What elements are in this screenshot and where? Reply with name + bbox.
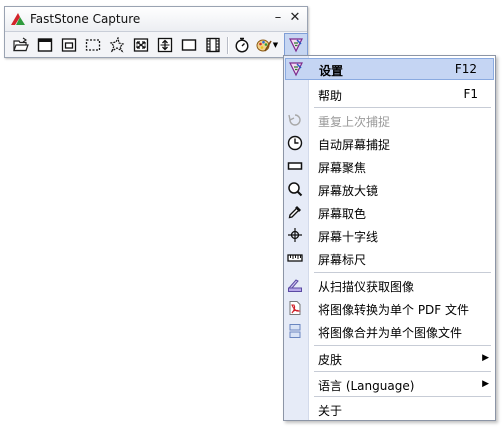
- menu-item-repeat-last-capture[interactable]: 重复上次捕捉: [284, 109, 495, 131]
- menu-item-combine-images[interactable]: 将图像合并为单个图像文件: [284, 320, 495, 342]
- capture-active-window-icon: [37, 38, 53, 52]
- focus-bar-icon: [287, 158, 303, 174]
- output-destination-button[interactable]: ▼: [254, 35, 280, 55]
- menu-item-label: 屏幕取色: [318, 207, 367, 221]
- clock-icon: [287, 135, 303, 151]
- menu-item-language[interactable]: 语言 (Language) ▶: [284, 373, 495, 395]
- menu-item-label: 将图像合并为单个图像文件: [318, 326, 463, 340]
- menu-separator: [314, 371, 491, 372]
- menu-separator: [314, 107, 491, 108]
- menu-separator: [314, 345, 491, 346]
- capture-full-screen-icon: [133, 38, 149, 52]
- menu-item-auto-capture[interactable]: 自动屏幕捕捉: [284, 132, 495, 154]
- settings-menu-icon: [289, 38, 303, 53]
- capture-rectangular-region-icon: [85, 39, 101, 51]
- open-file-button[interactable]: [11, 35, 31, 55]
- screen-recorder-icon: [206, 37, 220, 53]
- menu-item-label: 屏幕标尺: [318, 253, 367, 267]
- menu-item-screen-ruler[interactable]: 屏幕标尺: [284, 247, 495, 269]
- capture-active-window-button[interactable]: [35, 35, 55, 55]
- settings-context-menu: 设置 F12 帮助 F1 重复上次捕捉 自动屏幕捕捉 屏幕聚焦 屏幕放大镜 屏幕…: [283, 55, 496, 421]
- menu-item-acquire-from-scanner[interactable]: 从扫描仪获取图像: [284, 274, 495, 296]
- menu-item-label: 重复上次捕捉: [318, 115, 391, 129]
- menu-item-label: 从扫描仪获取图像: [318, 280, 415, 294]
- submenu-arrow-icon: ▶: [482, 379, 489, 389]
- open-file-icon: [13, 37, 29, 52]
- menu-item-label: 将图像转换为单个 PDF 文件: [318, 303, 470, 317]
- capture-full-screen-button[interactable]: [131, 35, 151, 55]
- menu-item-skin[interactable]: 皮肤 ▶: [284, 347, 495, 369]
- menu-item-label: 语言 (Language): [318, 379, 415, 393]
- combine-images-icon: [287, 323, 303, 339]
- capture-fixed-region-icon: [181, 39, 197, 51]
- chevron-down-icon: ▼: [272, 41, 279, 49]
- menu-item-label: 皮肤: [318, 353, 343, 367]
- menu-separator: [314, 272, 491, 273]
- menu-item-label: 屏幕放大镜: [318, 184, 379, 198]
- faststone-logo-icon: [11, 13, 25, 25]
- settings-menu-button[interactable]: [284, 33, 308, 57]
- screen-recorder-button[interactable]: [203, 35, 223, 55]
- color-picker-icon: [287, 204, 303, 220]
- menu-item-label: 自动屏幕捕捉: [318, 138, 391, 152]
- repeat-capture-icon: [287, 112, 303, 128]
- menu-item-label: 设置: [319, 64, 344, 78]
- menu-item-label: 帮助: [318, 89, 343, 103]
- menu-item-color-picker[interactable]: 屏幕取色: [284, 201, 495, 223]
- capture-rectangular-region-button[interactable]: [83, 35, 103, 55]
- menu-item-help[interactable]: 帮助 F1: [284, 83, 495, 105]
- ruler-icon: [287, 250, 303, 266]
- pdf-icon: [287, 300, 303, 316]
- menu-item-settings[interactable]: 设置 F12: [285, 58, 494, 80]
- delay-timer-icon: [235, 37, 249, 53]
- toolbar-window: FastStone Capture – ✕ ▼: [4, 6, 308, 58]
- output-destination-icon: [256, 39, 272, 52]
- capture-window-object-icon: [61, 38, 77, 52]
- toolbar-separator: [227, 37, 229, 54]
- capture-fixed-region-button[interactable]: [179, 35, 199, 55]
- menu-item-screen-magnifier[interactable]: 屏幕放大镜: [284, 178, 495, 200]
- magnifier-icon: [287, 181, 303, 197]
- menu-item-screen-crosshair[interactable]: 屏幕十字线: [284, 224, 495, 246]
- menu-item-label: 屏幕聚焦: [318, 161, 367, 175]
- crosshair-icon: [287, 227, 303, 243]
- delay-timer-button[interactable]: [232, 35, 252, 55]
- capture-scrolling-window-icon: [157, 37, 173, 53]
- menu-item-label: 屏幕十字线: [318, 230, 379, 244]
- capture-freehand-region-icon: [109, 37, 125, 53]
- menu-item-about[interactable]: 关于: [284, 398, 495, 420]
- capture-window-object-button[interactable]: [59, 35, 79, 55]
- settings-icon: [288, 61, 304, 77]
- menu-item-convert-to-pdf[interactable]: 将图像转换为单个 PDF 文件: [284, 297, 495, 319]
- menu-separator: [314, 396, 491, 397]
- close-button[interactable]: ✕: [288, 10, 302, 26]
- menu-item-label: 关于: [318, 404, 343, 418]
- title-bar[interactable]: FastStone Capture – ✕: [5, 7, 307, 32]
- minimize-button[interactable]: –: [271, 10, 285, 26]
- capture-scrolling-window-button[interactable]: [155, 35, 175, 55]
- window-title: FastStone Capture: [30, 12, 141, 26]
- capture-freehand-region-button[interactable]: [107, 35, 127, 55]
- menu-item-shortcut: F1: [463, 87, 478, 101]
- menu-item-screen-focus[interactable]: 屏幕聚焦: [284, 155, 495, 177]
- submenu-arrow-icon: ▶: [482, 353, 489, 363]
- menu-item-shortcut: F12: [454, 62, 477, 76]
- scanner-icon: [287, 277, 303, 293]
